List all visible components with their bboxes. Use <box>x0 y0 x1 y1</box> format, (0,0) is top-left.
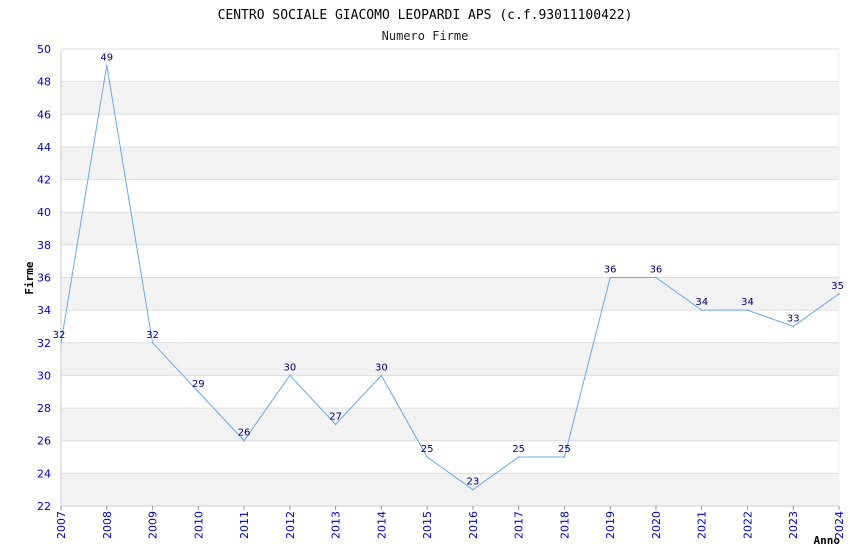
data-label: 25 <box>558 444 571 455</box>
grid-band <box>61 473 839 506</box>
data-point <box>334 423 337 426</box>
data-label: 30 <box>283 362 296 373</box>
x-tick-label: 2015 <box>421 511 434 539</box>
data-point <box>792 325 795 328</box>
x-axis-label: Anno <box>814 534 841 547</box>
plot-bands <box>61 81 839 506</box>
y-tick-label: 24 <box>37 467 51 480</box>
y-tick-label: 50 <box>37 43 51 56</box>
data-point <box>105 64 108 67</box>
y-tick-label: 40 <box>37 206 51 219</box>
y-tick-label: 36 <box>37 272 51 285</box>
data-point <box>746 309 749 311</box>
data-point <box>517 456 520 458</box>
x-tick-label: 2011 <box>238 511 251 539</box>
grid-band <box>61 408 839 441</box>
data-label: 23 <box>467 477 480 488</box>
grid-band <box>61 277 839 311</box>
chart: 222426283032343638404244464850 2007 2008 2… <box>23 8 846 547</box>
y-tick-label: 48 <box>37 76 51 89</box>
grid-band <box>61 212 839 245</box>
grid-band <box>61 342 839 376</box>
x-tick-label: 2017 <box>513 511 526 539</box>
data-label: 25 <box>512 444 525 455</box>
data-point <box>197 390 200 393</box>
y-tick-label: 30 <box>37 369 51 382</box>
x-tick-label: 2009 <box>147 511 160 539</box>
y-axis-label: Firme <box>23 261 36 294</box>
x-tick-label: 2019 <box>604 511 617 539</box>
x-tick-label: 2013 <box>330 511 343 539</box>
grid-band <box>61 146 839 180</box>
data-point <box>563 456 566 458</box>
x-tick-labels: 2007 2008 2009 2010 2011 2012 2013 2014 2015 2016… <box>55 506 846 539</box>
data-label: 27 <box>329 411 342 422</box>
data-label: 29 <box>192 379 205 390</box>
data-label: 32 <box>146 330 159 341</box>
chart-title: CENTRO SOCIALE GIACOMO LEOPARDI APS (c.f… <box>218 8 633 23</box>
data-point <box>289 374 291 377</box>
y-tick-label: 34 <box>37 304 51 317</box>
y-tick-labels: 22 24 26 28 30 32 34 36 38 40 42 44 46 48 50 <box>37 43 51 513</box>
grid-band <box>61 81 839 115</box>
data-label: 34 <box>695 297 708 308</box>
data-label: 26 <box>238 428 251 439</box>
data-point <box>609 276 611 279</box>
data-point <box>472 488 474 491</box>
x-tick-label: 2008 <box>101 511 114 539</box>
y-tick-label: 38 <box>37 239 51 252</box>
data-point <box>243 439 245 442</box>
data-point <box>838 293 840 295</box>
y-tick-label: 42 <box>37 174 51 187</box>
data-label: 25 <box>421 444 434 455</box>
data-label: 36 <box>650 265 663 276</box>
chart-subtitle: Numero Firme <box>382 29 469 43</box>
data-label: 35 <box>831 281 844 292</box>
y-tick-label: 26 <box>37 435 51 448</box>
x-tick-label: 2023 <box>787 511 800 539</box>
x-tick-label: 2010 <box>192 511 205 539</box>
x-tick-label: 2021 <box>696 511 709 539</box>
data-label: 49 <box>100 52 113 63</box>
data-label: 34 <box>741 297 754 308</box>
data-point <box>60 341 62 344</box>
x-tick-label: 2012 <box>284 511 297 539</box>
x-tick-label: 2014 <box>375 511 388 539</box>
y-tick-label: 44 <box>37 141 51 154</box>
data-point <box>700 309 703 311</box>
x-tick-label: 2018 <box>558 511 571 539</box>
data-point <box>151 341 154 344</box>
data-label: 30 <box>375 362 388 373</box>
data-point <box>426 456 428 458</box>
y-tick-label: 22 <box>37 500 51 513</box>
data-label: 32 <box>53 330 66 341</box>
x-tick-label: 2020 <box>650 511 663 539</box>
data-label: 33 <box>787 313 800 324</box>
x-tick-label: 2007 <box>55 511 68 539</box>
data-point <box>380 374 383 377</box>
data-label: 36 <box>604 265 617 276</box>
x-tick-label: 2022 <box>741 511 754 539</box>
x-tick-label: 2016 <box>467 511 480 539</box>
y-tick-label: 46 <box>37 108 51 121</box>
data-point <box>655 276 657 279</box>
y-tick-label: 28 <box>37 402 51 415</box>
y-tick-label: 32 <box>37 337 51 350</box>
